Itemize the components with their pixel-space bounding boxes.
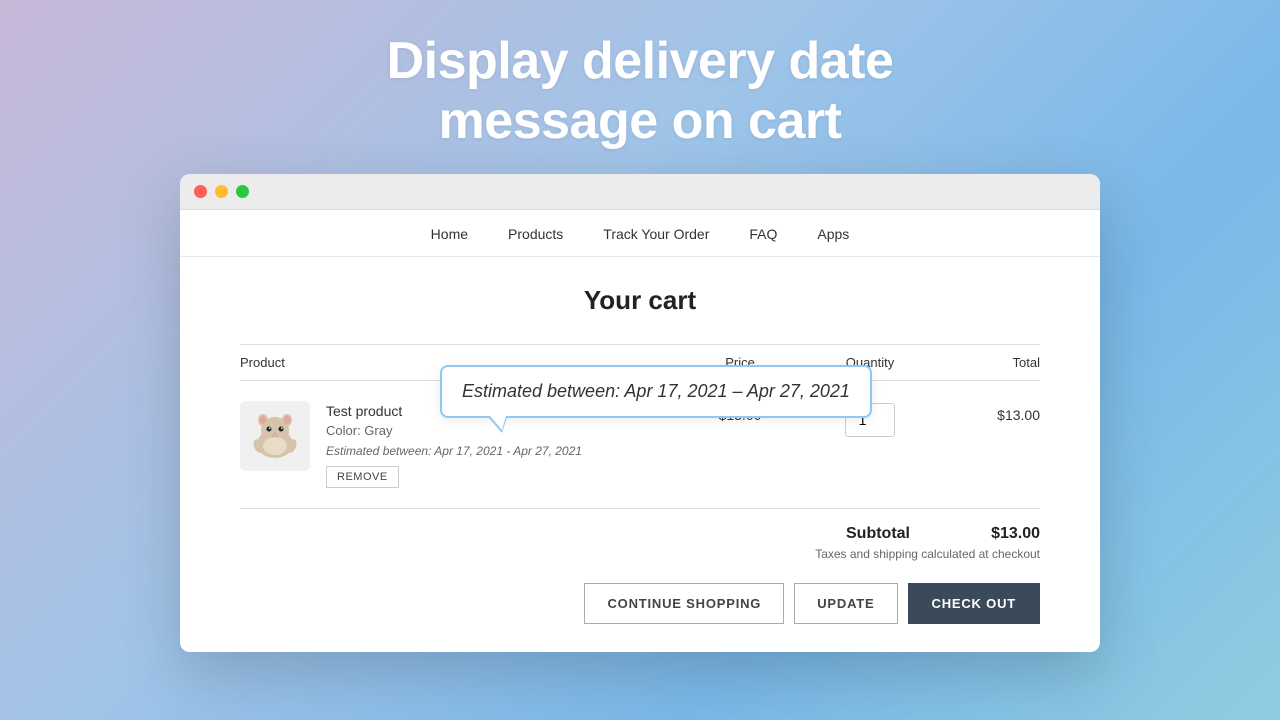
nav-apps[interactable]: Apps	[817, 226, 849, 242]
tax-note: Taxes and shipping calculated at checkou…	[815, 547, 1040, 561]
delivery-tooltip: Estimated between: Apr 17, 2021 – Apr 27…	[440, 365, 872, 418]
product-delivery: Estimated between: Apr 17, 2021 - Apr 27…	[326, 444, 582, 458]
maximize-dot[interactable]	[236, 185, 249, 198]
product-image-svg	[245, 406, 305, 466]
product-image	[240, 401, 310, 471]
subtotal-amount: $13.00	[970, 525, 1040, 543]
product-total: $13.00	[940, 401, 1040, 423]
browser-window: Home Products Track Your Order FAQ Apps …	[180, 174, 1100, 652]
browser-titlebar	[180, 174, 1100, 210]
subtotal-section: Subtotal $13.00 Taxes and shipping calcu…	[240, 509, 1040, 569]
remove-button[interactable]: REMOVE	[326, 466, 399, 488]
browser-content: Home Products Track Your Order FAQ Apps …	[180, 210, 1100, 652]
subtotal-label: Subtotal	[846, 525, 910, 543]
minimize-dot[interactable]	[215, 185, 228, 198]
product-variant: Color: Gray	[326, 423, 582, 438]
subtotal-row: Subtotal $13.00	[846, 525, 1040, 543]
nav-faq[interactable]: FAQ	[749, 226, 777, 242]
nav-home[interactable]: Home	[431, 226, 468, 242]
col-header-total: Total	[940, 355, 1040, 370]
update-button[interactable]: UPDATE	[794, 583, 897, 624]
close-dot[interactable]	[194, 185, 207, 198]
nav-products[interactable]: Products	[508, 226, 563, 242]
table-row: Estimated between: Apr 17, 2021 – Apr 27…	[240, 381, 1040, 509]
cart-container: Your cart Product Price Quantity Total E…	[180, 257, 1100, 652]
main-nav: Home Products Track Your Order FAQ Apps	[180, 210, 1100, 257]
action-buttons: CONTINUE SHOPPING UPDATE CHECK OUT	[240, 569, 1040, 632]
nav-track[interactable]: Track Your Order	[603, 226, 709, 242]
hero-title: Display delivery date message on cart	[387, 0, 894, 152]
continue-shopping-button[interactable]: CONTINUE SHOPPING	[584, 583, 784, 624]
checkout-button[interactable]: CHECK OUT	[908, 583, 1040, 624]
cart-title: Your cart	[240, 285, 1040, 316]
